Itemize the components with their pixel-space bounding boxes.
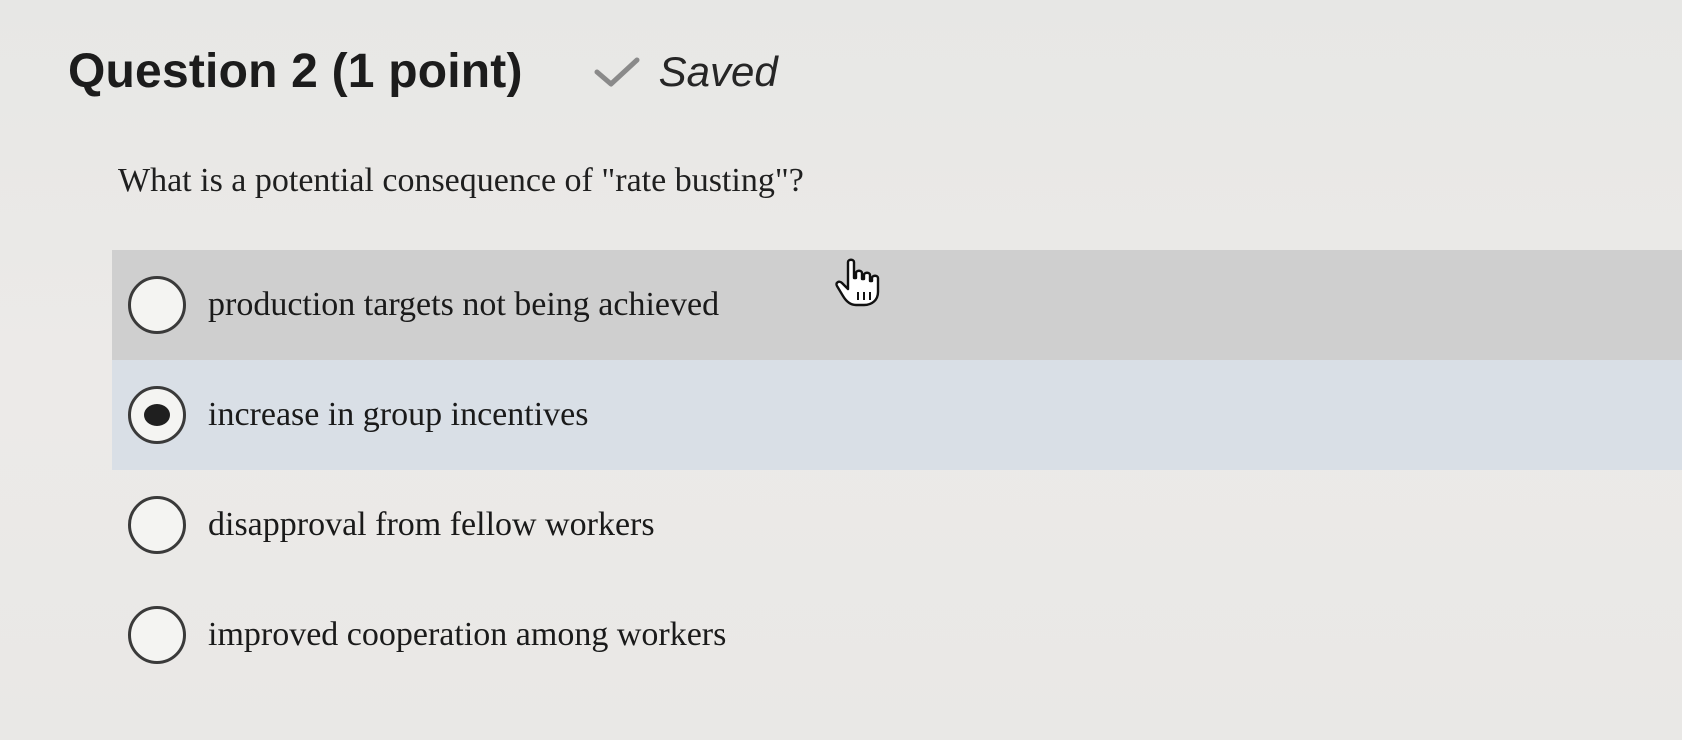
saved-status: Saved [591, 48, 778, 96]
saved-label: Saved [658, 47, 778, 95]
radio-button-selected[interactable] [128, 386, 186, 444]
radio-button[interactable] [128, 606, 186, 664]
option-production-targets[interactable]: production targets not being achieved [112, 250, 1682, 360]
question-header: Question 2 (1 point) Saved [68, 44, 778, 99]
hand-pointer-icon [835, 258, 880, 307]
option-disapproval[interactable]: disapproval from fellow workers [112, 470, 1682, 580]
radio-dot-icon [144, 404, 170, 426]
radio-button[interactable] [128, 496, 186, 554]
answer-options: production targets not being achieved in… [112, 250, 1682, 690]
option-label: improved cooperation among workers [208, 616, 727, 653]
option-improved-cooperation[interactable]: improved cooperation among workers [112, 580, 1682, 690]
radio-button[interactable] [128, 276, 186, 334]
question-title: Question 2 (1 point) [68, 45, 523, 98]
question-prompt: What is a potential consequence of "rate… [118, 162, 804, 199]
option-group-incentives[interactable]: increase in group incentives [112, 360, 1682, 470]
option-label: production targets not being achieved [208, 286, 720, 323]
option-label: increase in group incentives [208, 396, 589, 433]
option-label: disapproval from fellow workers [208, 506, 655, 543]
check-icon [594, 57, 640, 86]
